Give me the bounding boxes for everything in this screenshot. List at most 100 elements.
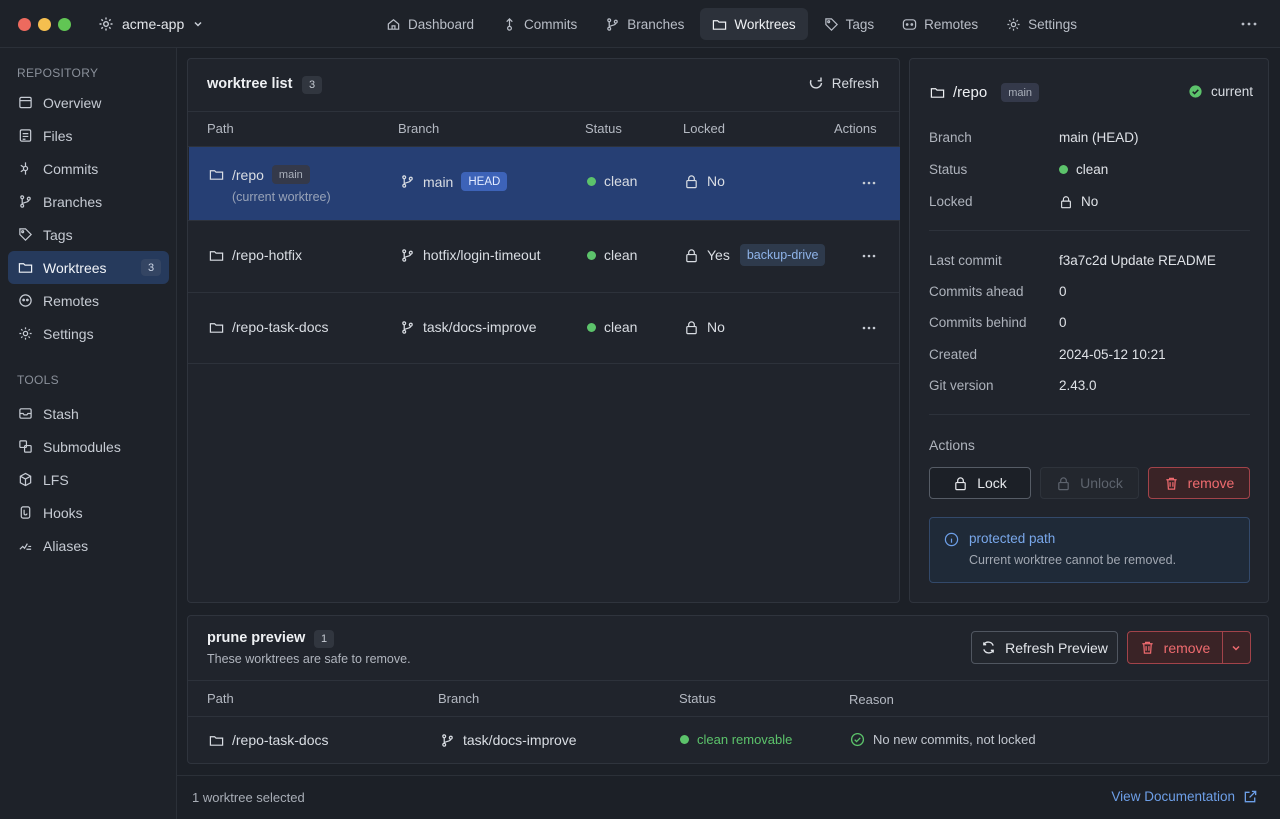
- sidebar-item-tags[interactable]: Tags: [8, 218, 169, 251]
- sidebar-item-label: Submodules: [43, 438, 121, 455]
- row-more-icon[interactable]: [861, 175, 877, 191]
- tab-label: Commits: [524, 16, 578, 32]
- branch-icon: [607, 17, 619, 31]
- column-header-branch[interactable]: Branch: [398, 121, 439, 136]
- selection-status: 1 worktree selected: [192, 790, 305, 805]
- column-header-status[interactable]: Status: [585, 121, 622, 136]
- branch-label: Branch: [929, 130, 972, 145]
- locked-label: Locked: [929, 194, 973, 209]
- table-row[interactable]: /repo-task-docs task/docs-improve clean …: [189, 293, 900, 363]
- sidebar-item-label: Aliases: [43, 537, 89, 554]
- unlock-button[interactable]: Unlock: [1040, 467, 1139, 499]
- commits-behind-text: 0: [1059, 315, 1067, 330]
- column-header-reason[interactable]: Reason: [849, 692, 894, 707]
- status-dot: [587, 322, 596, 332]
- tab-remotes[interactable]: Remotes: [890, 8, 990, 40]
- gear-icon: [99, 17, 113, 31]
- view-documentation-link[interactable]: View Documentation: [1111, 789, 1258, 804]
- actions-heading: Actions: [929, 437, 975, 453]
- repo-name: acme-app: [122, 16, 185, 32]
- path-cell: /repo main: [209, 165, 310, 184]
- sidebar-item-overview[interactable]: Overview: [8, 86, 169, 119]
- branch-text: hotfix/login-timeout: [423, 247, 541, 263]
- commit-icon: [506, 17, 513, 31]
- branch-text: task/docs-improve: [463, 732, 577, 748]
- worktree-list-panel: worktree list 3 Refresh Path Branch Stat…: [187, 58, 900, 603]
- sidebar-item-label: Branches: [43, 193, 103, 210]
- close-window-button[interactable]: [18, 18, 31, 31]
- maximize-window-button[interactable]: [58, 18, 71, 31]
- remove-button[interactable]: remove: [1148, 467, 1250, 499]
- tab-dashboard[interactable]: Dashboard: [374, 8, 486, 40]
- column-header-path[interactable]: Path: [207, 691, 234, 706]
- row-more-icon[interactable]: [861, 248, 877, 264]
- repo-switcher[interactable]: acme-app: [98, 12, 204, 36]
- column-header-locked[interactable]: Locked: [683, 121, 725, 136]
- overview-icon: [19, 96, 32, 109]
- column-header-path[interactable]: Path: [207, 121, 234, 136]
- head-badge: HEAD: [461, 172, 508, 191]
- table-row[interactable]: /repo main (current worktree) main HEAD …: [189, 147, 900, 220]
- prune-remove-button[interactable]: remove: [1128, 632, 1222, 663]
- sidebar-item-label: LFS: [43, 471, 69, 488]
- locked-cell: No: [684, 319, 725, 335]
- branch-tag: main: [271, 165, 310, 184]
- app-window: acme-app Dashboard Commits Branches Work…: [0, 0, 1280, 819]
- gear-icon: [1007, 17, 1020, 31]
- table-row[interactable]: /repo-task-docs task/docs-improve clean …: [189, 717, 1269, 763]
- panel-title: prune preview: [207, 630, 306, 646]
- sidebar-item-worktrees[interactable]: Worktrees 3: [8, 251, 169, 284]
- sidebar-item-label: Worktrees: [43, 259, 107, 276]
- reason-text: No new commits, not locked: [873, 732, 1036, 747]
- sidebar-item-hooks[interactable]: Hooks: [8, 496, 169, 529]
- current-worktree-note: (current worktree): [232, 190, 331, 204]
- refresh-icon: [809, 77, 822, 89]
- sidebar-item-settings[interactable]: Settings: [8, 317, 169, 350]
- sidebar-item-branches[interactable]: Branches: [8, 185, 169, 218]
- hook-icon: [20, 506, 31, 519]
- sidebar-section-tools: TOOLS: [17, 373, 59, 387]
- current-label: current: [1211, 84, 1254, 99]
- tab-settings[interactable]: Settings: [994, 8, 1089, 40]
- notice-title: protected path: [969, 531, 1056, 546]
- folder-icon: [209, 322, 224, 333]
- check-circle-icon: [850, 732, 865, 747]
- tab-label: Tags: [845, 16, 875, 32]
- sidebar-item-submodules[interactable]: Submodules: [8, 430, 169, 463]
- home-icon: [387, 18, 400, 30]
- minimize-window-button[interactable]: [38, 18, 51, 31]
- folder-icon: [930, 88, 945, 98]
- branch-icon: [402, 175, 413, 188]
- commits-behind-label: Commits behind: [929, 315, 1027, 330]
- tab-commits[interactable]: Commits: [490, 8, 589, 40]
- sidebar-item-commits[interactable]: Commits: [8, 152, 169, 185]
- tab-worktrees[interactable]: Worktrees: [700, 8, 808, 40]
- commit-icon: [20, 162, 29, 175]
- table-row[interactable]: /repo-hotfix hotfix/login-timeout clean …: [189, 221, 900, 292]
- sidebar-item-aliases[interactable]: Aliases: [8, 529, 169, 562]
- chevron-down-icon[interactable]: [1230, 642, 1242, 654]
- more-options-icon[interactable]: [1240, 14, 1258, 34]
- gear-icon: [19, 327, 32, 340]
- branch-text: main: [423, 173, 454, 190]
- tab-tags[interactable]: Tags: [812, 8, 887, 40]
- sidebar-item-files[interactable]: Files: [8, 119, 169, 152]
- refresh-preview-button[interactable]: Refresh Preview: [971, 631, 1118, 664]
- sidebar-item-lfs[interactable]: LFS: [8, 463, 169, 496]
- tab-branches[interactable]: Branches: [593, 8, 696, 40]
- column-header-branch[interactable]: Branch: [438, 691, 479, 706]
- sidebar-item-remotes[interactable]: Remotes: [8, 284, 169, 317]
- locked-text: Yes: [707, 247, 730, 263]
- sidebar-item-label: Settings: [43, 325, 94, 342]
- branch-cell: task/docs-improve: [400, 319, 537, 335]
- column-header-status[interactable]: Status: [679, 691, 716, 706]
- current-status: current: [1188, 84, 1253, 99]
- lock-button[interactable]: Lock: [929, 467, 1031, 499]
- unlock-label: Unlock: [1080, 475, 1123, 491]
- sidebar-item-stash[interactable]: Stash: [8, 397, 169, 430]
- status-dot: [680, 735, 689, 744]
- row-more-icon[interactable]: [861, 320, 877, 336]
- refresh-button[interactable]: Refresh: [808, 75, 879, 91]
- status-dot: [587, 176, 596, 186]
- folder-icon: [209, 250, 224, 261]
